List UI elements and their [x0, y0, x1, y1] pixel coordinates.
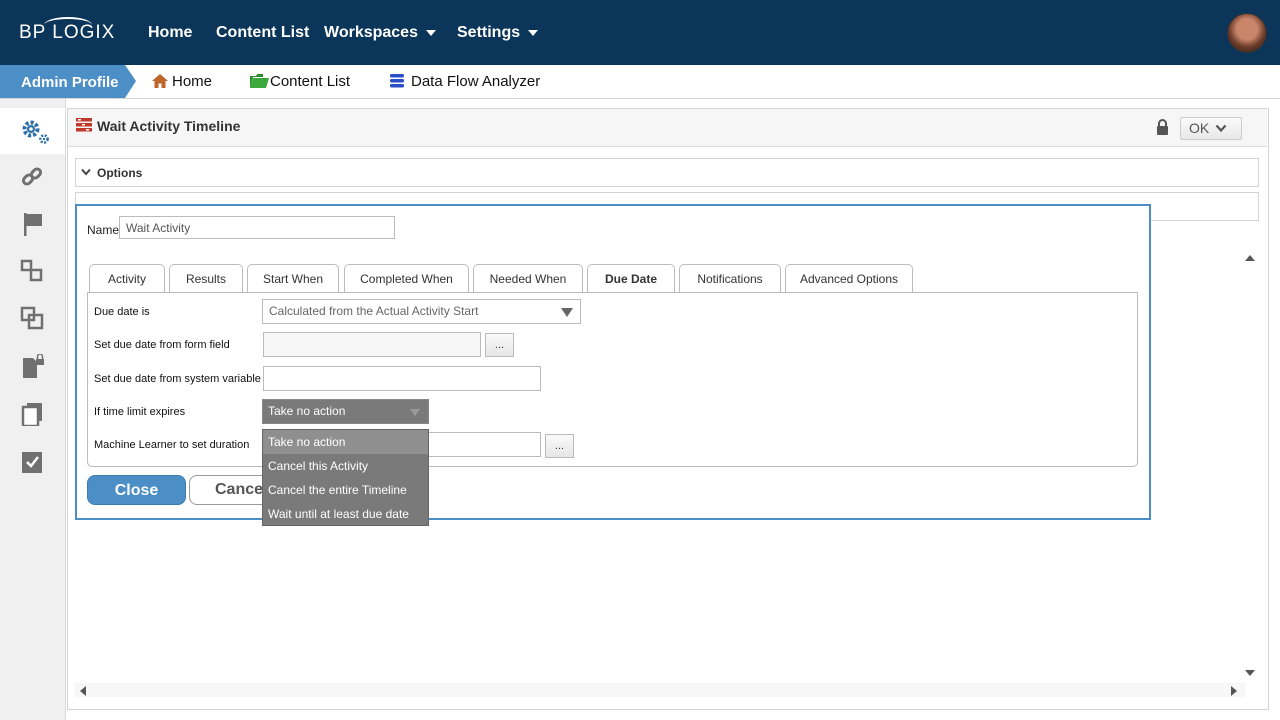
lock-icon[interactable]: [1156, 119, 1169, 135]
panel-header: [68, 109, 1267, 147]
chevron-down-icon: [1215, 124, 1227, 133]
ok-button[interactable]: OK: [1180, 117, 1242, 140]
form-field-browse-button[interactable]: ...: [485, 333, 514, 357]
time-limit-label: If time limit expires: [94, 406, 186, 418]
nav-content-list[interactable]: Content List: [216, 24, 309, 42]
checklist-icon[interactable]: [20, 450, 46, 474]
scroll-up-arrow[interactable]: [1244, 254, 1256, 262]
name-label: Name: [87, 223, 120, 237]
tab-advanced-options[interactable]: Advanced Options: [785, 264, 913, 292]
due-date-label: Due date is: [94, 306, 150, 318]
locked-document-icon[interactable]: [20, 354, 46, 378]
ok-button-label: OK: [1189, 120, 1210, 136]
options-section[interactable]: [75, 158, 1259, 187]
option-cancel-activity[interactable]: Cancel this Activity: [263, 454, 428, 478]
name-input[interactable]: [119, 216, 395, 239]
tab-results[interactable]: Results: [169, 264, 243, 292]
nav-settings[interactable]: Settings: [457, 24, 539, 42]
steps-icon[interactable]: [20, 259, 46, 283]
option-cancel-timeline[interactable]: Cancel the entire Timeline: [263, 478, 428, 502]
timeline-icon: [76, 118, 92, 132]
close-button[interactable]: Close: [87, 475, 186, 505]
dropdown-arrow-icon: [410, 409, 420, 416]
breadcrumb-arrow: [125, 65, 136, 98]
database-icon: [390, 74, 404, 88]
copy-icon[interactable]: [20, 306, 46, 330]
option-wait-until-due-date[interactable]: Wait until at least due date: [263, 502, 428, 526]
nav-workspaces-label: Workspaces: [324, 24, 418, 41]
scroll-down-arrow[interactable]: [1244, 669, 1256, 677]
chevron-down-icon: [528, 29, 539, 36]
flag-icon[interactable]: [20, 212, 46, 236]
nav-settings-label: Settings: [457, 24, 521, 41]
time-limit-select-value: Take no action: [268, 404, 346, 418]
tab-due-date[interactable]: Due Date: [587, 264, 675, 294]
form-field-label: Set due date from form field: [94, 339, 230, 351]
page-title: Wait Activity Timeline: [97, 118, 241, 134]
machine-learner-label: Machine Learner to set duration: [94, 439, 250, 451]
due-date-select-value: Calculated from the Actual Activity Star…: [269, 304, 479, 318]
documents-icon[interactable]: [20, 402, 46, 426]
gears-icon[interactable]: [20, 118, 50, 146]
home-icon: [152, 74, 168, 88]
tab-activity[interactable]: Activity: [89, 264, 165, 292]
nav-workspaces[interactable]: Workspaces: [324, 24, 436, 42]
nav-home[interactable]: Home: [148, 24, 192, 42]
due-date-select[interactable]: Calculated from the Actual Activity Star…: [262, 299, 581, 324]
chevron-down-icon[interactable]: [81, 168, 91, 176]
tab-needed-when[interactable]: Needed When: [473, 264, 583, 292]
tab-start-when[interactable]: Start When: [247, 264, 339, 292]
avatar[interactable]: [1227, 13, 1267, 53]
breadcrumb-data-flow-analyzer[interactable]: Data Flow Analyzer: [411, 73, 540, 90]
breadcrumb-admin-profile-label[interactable]: Admin Profile: [21, 74, 119, 91]
option-take-no-action[interactable]: Take no action: [263, 430, 428, 454]
options-section-label: Options: [97, 166, 143, 180]
chevron-down-icon: [425, 29, 436, 36]
scroll-left-arrow[interactable]: [79, 685, 87, 697]
tab-completed-when[interactable]: Completed When: [344, 264, 469, 292]
scroll-right-arrow[interactable]: [1230, 685, 1238, 697]
breadcrumb-content-list[interactable]: Content List: [270, 73, 350, 90]
time-limit-options-menu: Take no action Cancel this Activity Canc…: [262, 429, 429, 526]
dropdown-arrow-icon: [561, 308, 573, 317]
machine-learner-browse-button[interactable]: ...: [545, 434, 574, 458]
system-variable-label: Set due date from system variable: [94, 373, 261, 385]
breadcrumb-home[interactable]: Home: [172, 73, 212, 90]
folder-icon: [250, 74, 269, 88]
tab-notifications[interactable]: Notifications: [679, 264, 781, 292]
form-field-input[interactable]: [263, 332, 481, 357]
system-variable-input[interactable]: [263, 366, 541, 391]
link-icon[interactable]: [20, 165, 46, 189]
horizontal-scrollbar[interactable]: [75, 683, 1245, 697]
brand-logo[interactable]: BP LOGIX: [19, 22, 115, 44]
time-limit-select[interactable]: Take no action: [262, 399, 429, 424]
